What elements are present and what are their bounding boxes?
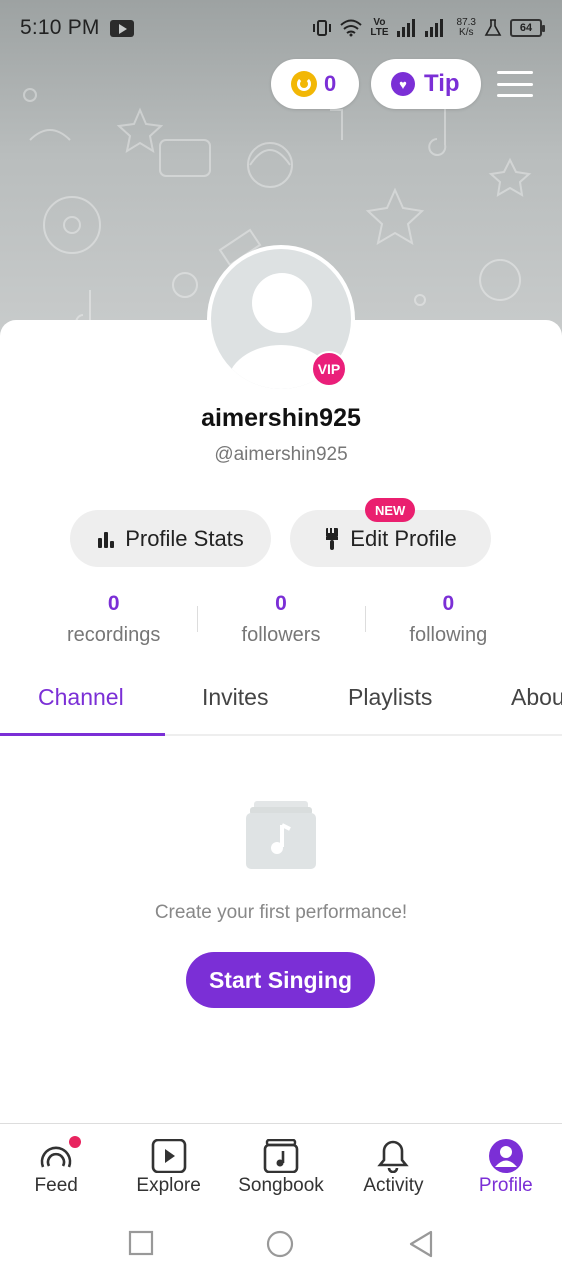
start-singing-button[interactable]: Start Singing: [186, 952, 375, 1008]
stat-following[interactable]: 0 following: [364, 592, 532, 647]
status-time: 5:10 PM: [20, 16, 100, 39]
hamburger-menu-icon[interactable]: [497, 71, 533, 97]
paintbrush-icon: [324, 527, 340, 551]
network-type: Vo LTE: [370, 17, 389, 38]
youtube-notification-icon: [109, 19, 134, 37]
tab-about-clip: About: [511, 684, 562, 720]
explore-icon: [151, 1138, 187, 1174]
network-speed: 87.3 K/s: [456, 17, 476, 38]
signal-icon: [396, 19, 449, 37]
vip-badge: VIP: [311, 351, 347, 387]
profile-stats-label: Profile Stats: [125, 525, 244, 551]
tab-channel[interactable]: Channel: [38, 684, 124, 711]
back-icon[interactable]: [408, 1230, 434, 1263]
system-navigation-bar: [0, 1209, 562, 1280]
heart-icon: ♥: [391, 72, 415, 96]
edit-profile-label: Edit Profile: [350, 525, 457, 551]
coin-icon: [291, 71, 317, 97]
battery-icon: 64: [510, 19, 545, 37]
coins-button[interactable]: 0: [271, 59, 359, 109]
bell-icon: [376, 1138, 410, 1174]
tab-playlists[interactable]: Playlists: [348, 684, 432, 711]
new-badge: NEW: [365, 498, 416, 522]
profile-icon: [488, 1138, 524, 1174]
tab-invites[interactable]: Invites: [202, 684, 268, 711]
nav-explore[interactable]: Explore: [112, 1124, 224, 1209]
songbook-icon: [263, 1138, 299, 1174]
flask-icon: [484, 19, 502, 37]
coins-count: 0: [324, 71, 337, 96]
header-actions: 0 ♥ Tip: [271, 59, 533, 109]
notification-dot: [69, 1136, 81, 1148]
edit-profile-button[interactable]: NEW Edit Profile: [290, 498, 491, 567]
profile-stats-row: 0 recordings 0 followers 0 following: [30, 592, 532, 647]
music-folder-icon: [246, 801, 316, 869]
tab-about[interactable]: About: [511, 684, 562, 711]
nav-feed[interactable]: Feed: [0, 1124, 112, 1209]
wifi-icon: [340, 19, 363, 37]
tip-button[interactable]: ♥ Tip: [371, 59, 481, 109]
tip-label: Tip: [424, 70, 460, 97]
status-bar: 5:10 PM Vo LTE 87.3 K/s 64: [0, 0, 562, 56]
nav-activity[interactable]: Activity: [337, 1124, 449, 1209]
nav-songbook[interactable]: Songbook: [225, 1124, 337, 1209]
vibrate-icon: [312, 19, 332, 37]
bar-chart-icon: [97, 530, 115, 548]
home-icon[interactable]: [266, 1230, 294, 1263]
empty-state-message: Create your first performance!: [154, 902, 408, 923]
nav-profile[interactable]: Profile: [450, 1124, 562, 1209]
profile-actions: Profile Stats NEW Edit Profile: [70, 498, 491, 567]
profile-stats-button[interactable]: Profile Stats: [70, 510, 271, 567]
recent-apps-icon[interactable]: [128, 1230, 154, 1261]
stat-followers[interactable]: 0 followers: [197, 592, 364, 647]
profile-tabs: Channel Invites Playlists About: [0, 672, 562, 736]
stat-recordings[interactable]: 0 recordings: [30, 592, 197, 647]
bottom-navigation: Feed Explore Songbook Activity Profile: [0, 1123, 562, 1209]
active-tab-indicator: [0, 733, 165, 736]
user-handle: @aimershin925: [214, 444, 348, 465]
display-name: aimershin925: [201, 404, 361, 432]
